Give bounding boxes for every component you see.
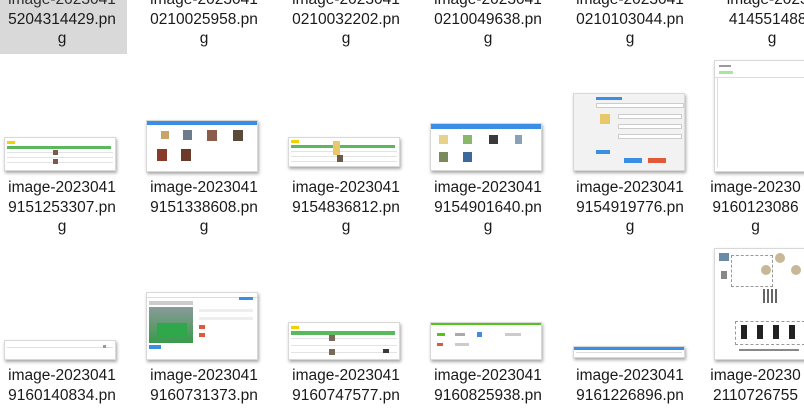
file-label: image-2023041 9151253307.pn g [8, 179, 116, 235]
file-label: image-2023041 9160140834.pn [8, 367, 116, 404]
image-thumbnail[interactable] [714, 248, 804, 360]
file-label: image-20230 2110726755 [710, 367, 801, 404]
image-thumbnail[interactable] [4, 137, 116, 171]
file-name-line: g [625, 30, 635, 47]
image-thumbnail[interactable] [4, 340, 116, 360]
file-label: image-2023041 9154836812.pn g [292, 179, 400, 235]
file-name-line: g [57, 30, 67, 47]
file-label: image-2023041 9161226896.pn [576, 367, 684, 404]
image-thumbnail[interactable] [146, 120, 258, 172]
file-name-line: 4145514884 [728, 10, 804, 28]
image-thumbnail[interactable] [146, 292, 258, 360]
file-name-line: 5204314429.pn [8, 10, 116, 28]
file-label: image-2023041 9154901640.pn g [434, 179, 542, 235]
file-label: image-2023041 9160747577.pn [292, 367, 400, 404]
image-thumbnail[interactable] [573, 346, 685, 358]
file-label: image-2023041 9151338608.pn g [150, 179, 258, 235]
file-name-line: g [341, 30, 351, 47]
image-thumbnail[interactable] [430, 123, 542, 171]
image-thumbnail[interactable] [288, 322, 400, 360]
file-name-line: 0210025958.pn [150, 10, 258, 28]
file-label: image-2023041 9154919776.pn g [576, 179, 684, 235]
file-label: image-2023041 9160825938.pn [434, 367, 542, 404]
file-name-line: g [767, 30, 777, 47]
file-name-line: g [199, 30, 209, 47]
image-thumbnail[interactable] [573, 93, 685, 171]
file-name-line: 0210103044.pn [576, 10, 684, 28]
file-name-line: 0210032202.pn [292, 10, 400, 28]
image-thumbnail[interactable] [288, 137, 400, 167]
file-label: image-20230 9160123086 g [710, 179, 801, 235]
file-name-line: 0210049638.pn [434, 10, 542, 28]
image-thumbnail[interactable] [430, 322, 542, 360]
file-name-line: g [483, 30, 493, 47]
image-thumbnail[interactable] [714, 60, 804, 172]
file-label: image-2023041 9160731373.pn [150, 367, 258, 404]
